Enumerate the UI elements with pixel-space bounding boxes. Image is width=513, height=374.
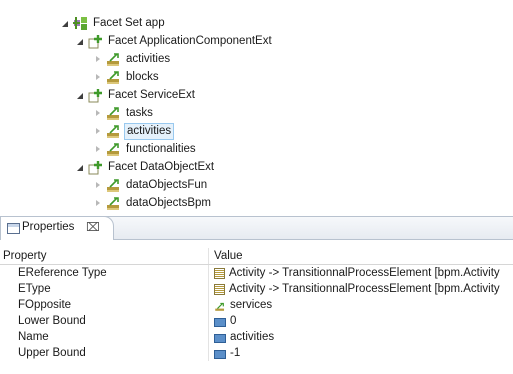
facet-icon [88,34,103,49]
property-value[interactable]: Activity -> TransitionnalProcessElement … [210,281,513,297]
property-name: Upper Bound [0,345,209,361]
property-value-text: Activity -> TransitionnalProcessElement … [229,283,500,295]
collapsed-arrow-icon[interactable] [94,69,103,86]
value-column-header[interactable]: Value [210,248,513,264]
collapsed-arrow-icon[interactable] [94,105,103,122]
facet-set-icon [73,16,88,31]
table-row[interactable]: Upper Bound -1 [0,345,513,361]
property-value[interactable]: Activity -> TransitionnalProcessElement … [210,265,513,281]
property-value[interactable]: services [210,297,513,313]
number-icon [214,318,226,327]
class-icon [214,284,225,295]
tree-item-label: dataObjectsFun [126,179,208,191]
property-value-text: 0 [230,315,237,327]
collapsed-arrow-icon[interactable] [94,141,103,158]
property-name: EReference Type [0,265,209,281]
tree-item[interactable]: activities [94,123,175,140]
reference-icon [106,106,121,121]
facet-icon [88,88,103,103]
expanded-arrow-icon[interactable] [61,15,70,32]
property-name: FOpposite [0,297,209,313]
tree-item[interactable]: Facet Set app [61,15,167,32]
number-icon [214,350,226,359]
properties-tab[interactable]: Properties ⌧ [0,216,114,240]
properties-tabbar: Properties ⌧ [0,216,513,240]
properties-tab-label: Properties [22,221,75,233]
expanded-arrow-icon[interactable] [76,87,85,104]
collapsed-arrow-icon[interactable] [94,177,103,194]
tree-item-label: Facet ServiceExt [108,89,195,101]
tree-item-label: tasks [126,107,153,119]
tree-item[interactable]: Facet ApplicationComponentExt [76,33,274,50]
property-value-text: services [230,299,273,311]
collapsed-arrow-icon[interactable] [94,123,103,140]
tree-item[interactable]: activities [94,51,172,68]
property-value[interactable]: activities [210,329,513,345]
collapsed-arrow-icon[interactable] [94,195,103,212]
tree-item[interactable]: dataObjectsFun [94,177,209,194]
reference-icon [106,70,121,85]
table-row[interactable]: EType Activity -> TransitionnalProcessEle… [0,281,513,297]
tree-item[interactable]: tasks [94,105,155,122]
facet-tree: Facet Set app Facet ApplicationComponentE… [0,0,513,214]
tree-item-label: blocks [126,71,159,83]
tree-item-label: Facet ApplicationComponentExt [108,35,272,47]
tree-item[interactable]: Facet ServiceExt [76,87,197,104]
tree-item-label: activities [126,53,171,65]
tree-item[interactable]: blocks [94,69,161,86]
reference-icon [214,300,226,313]
collapsed-arrow-icon[interactable] [94,51,103,68]
close-icon[interactable]: ⌧ [86,220,100,234]
table-row[interactable]: Lower Bound 0 [0,313,513,329]
tree-item[interactable]: dataObjectsBpm [94,195,213,212]
table-row[interactable]: FOpposite services [0,297,513,313]
table-row[interactable]: EReference Type Activity -> Transitionnal… [0,265,513,281]
text-icon [214,334,226,343]
tree-item-label: dataObjectsBpm [126,197,212,209]
expanded-arrow-icon[interactable] [76,159,85,176]
property-name: Name [0,329,209,345]
facet-icon [88,160,103,175]
tree-item[interactable]: functionalities [94,141,198,158]
tree-item[interactable]: Facet DataObjectExt [76,159,216,176]
property-value-text: activities [230,331,275,343]
reference-icon [106,142,121,157]
table-row[interactable]: Name activities [0,329,513,345]
tree-item-label: Facet Set app [93,17,165,29]
tree-item-label: Facet DataObjectExt [108,161,215,173]
property-column-header[interactable]: Property [0,248,209,264]
expanded-arrow-icon[interactable] [76,33,85,50]
property-name: Lower Bound [0,313,209,329]
properties-view-icon [7,223,20,234]
reference-icon [106,196,121,211]
property-value[interactable]: 0 [210,313,513,329]
properties-table-header: Property Value [0,248,513,265]
property-value-text: -1 [230,347,241,359]
property-value[interactable]: -1 [210,345,513,361]
reference-icon [106,178,121,193]
tree-item-label: functionalities [126,143,196,155]
class-icon [214,268,225,279]
reference-icon [106,52,121,67]
property-name: EType [0,281,209,297]
property-value-text: Activity -> TransitionnalProcessElement … [229,267,500,279]
reference-icon [106,124,121,139]
tree-item-label: activities [124,123,175,140]
